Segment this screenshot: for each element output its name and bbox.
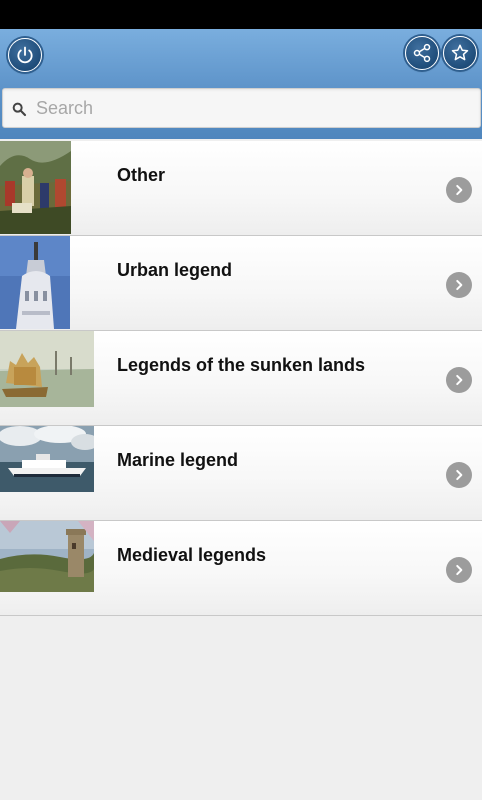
thumbnail-castle	[0, 521, 94, 592]
chevron-right-icon[interactable]	[446, 557, 472, 583]
power-icon	[17, 46, 33, 64]
power-button[interactable]	[8, 38, 42, 72]
list-item-label: Urban legend	[117, 260, 233, 280]
list-item-label: Medieval legends	[117, 545, 267, 565]
thumbnail-tower	[0, 236, 70, 329]
category-list: Other Urban legend Legends of the sunken…	[0, 141, 482, 616]
share-icon	[413, 43, 431, 63]
chevron-right-icon[interactable]	[446, 462, 472, 488]
chevron-right-icon[interactable]	[446, 272, 472, 298]
favorite-button[interactable]	[443, 36, 477, 70]
list-item-medieval-legends[interactable]: Medieval legends	[0, 521, 482, 616]
search-box[interactable]	[2, 88, 481, 128]
search-icon	[12, 102, 27, 117]
list-item-label: Marine legend	[117, 450, 239, 470]
list-item-other[interactable]: Other	[0, 141, 482, 236]
chevron-right-icon[interactable]	[446, 177, 472, 203]
list-item-sunken-lands[interactable]: Legends of the sunken lands	[0, 331, 482, 426]
list-item-label: Legends of the sunken lands	[117, 355, 366, 375]
list-item-urban-legend[interactable]: Urban legend	[0, 236, 482, 331]
thumbnail-golden-city	[0, 331, 94, 407]
list-item-label: Other	[117, 165, 166, 185]
action-bar	[0, 29, 482, 139]
star-icon	[451, 44, 469, 61]
chevron-right-icon[interactable]	[446, 367, 472, 393]
thumbnail-painting	[0, 141, 71, 234]
search-input[interactable]	[36, 93, 466, 123]
share-button[interactable]	[405, 36, 439, 70]
thumbnail-ferry	[0, 426, 94, 492]
status-bar	[0, 0, 482, 29]
list-item-marine-legend[interactable]: Marine legend	[0, 426, 482, 521]
